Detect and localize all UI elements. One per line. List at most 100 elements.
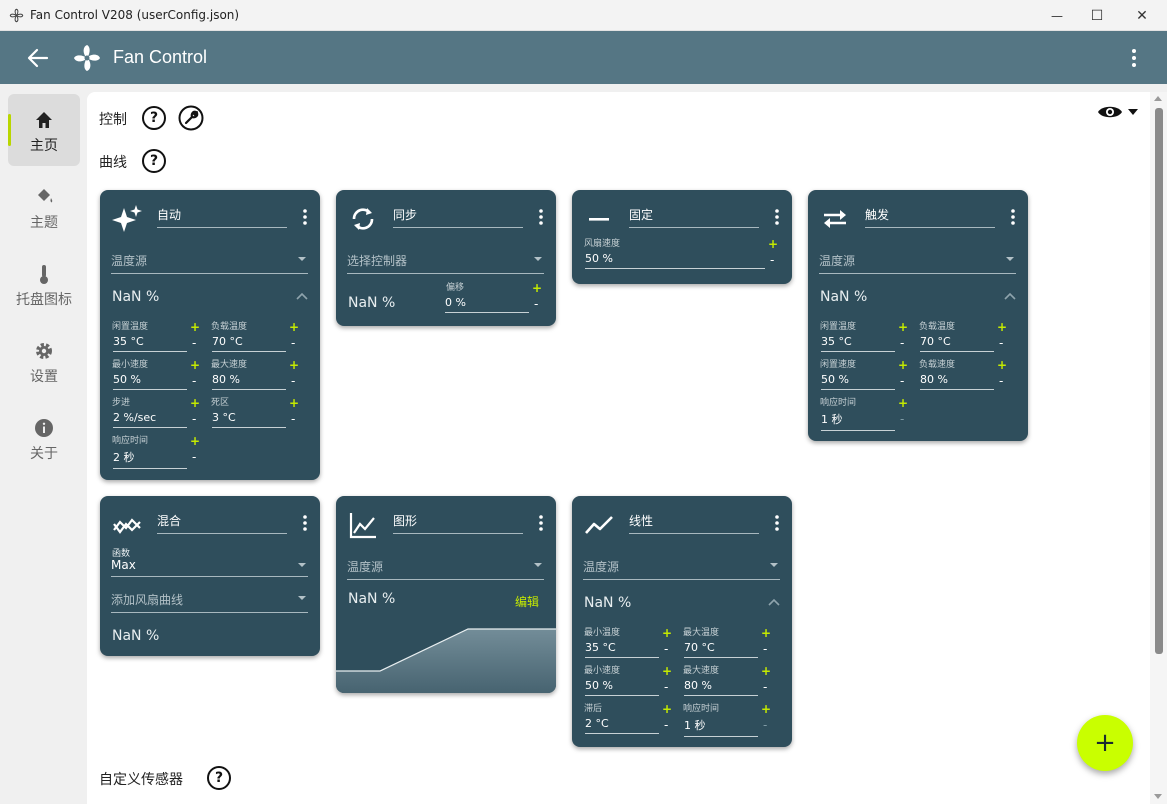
chevron-down-icon[interactable] xyxy=(1128,108,1138,116)
minus-icon[interactable]: - xyxy=(192,336,196,350)
plus-icon[interactable]: + xyxy=(997,358,1007,372)
plus-icon[interactable]: + xyxy=(761,626,771,640)
minus-icon[interactable]: - xyxy=(664,718,668,732)
minus-icon[interactable]: - xyxy=(664,642,668,656)
step-input[interactable]: 2 %/sec xyxy=(113,411,187,428)
load-temp-input[interactable]: 70 °C xyxy=(920,335,994,352)
scrollbar-thumb[interactable] xyxy=(1155,108,1163,654)
plus-icon[interactable]: + xyxy=(761,664,771,678)
card-title[interactable]: 同步 xyxy=(393,206,523,228)
more-vert-icon[interactable] xyxy=(1010,208,1016,226)
more-vert-icon[interactable] xyxy=(774,514,780,532)
plus-icon[interactable]: + xyxy=(662,626,672,640)
minus-icon[interactable]: - xyxy=(763,642,767,656)
nav-item-tray-icon[interactable]: 托盘图标 xyxy=(8,248,80,320)
nav-item-theme[interactable]: 主题 xyxy=(8,171,80,243)
plus-icon[interactable]: + xyxy=(190,434,200,448)
more-vert-icon[interactable] xyxy=(538,514,544,532)
fan-speed-input[interactable]: 50 % xyxy=(585,252,765,269)
nav-item-home[interactable]: 主页 xyxy=(8,94,80,166)
plus-icon[interactable]: + xyxy=(190,320,200,334)
minus-icon[interactable]: - xyxy=(900,374,904,388)
scroll-up-icon[interactable] xyxy=(1154,96,1162,101)
eye-icon[interactable] xyxy=(1097,102,1123,122)
card-title[interactable]: 触发 xyxy=(865,206,995,228)
graph-preview[interactable] xyxy=(336,621,556,693)
plus-icon[interactable]: + xyxy=(898,358,908,372)
maximize-button[interactable]: ☐ xyxy=(1074,0,1120,31)
card-title[interactable]: 自动 xyxy=(157,206,287,228)
plus-icon[interactable]: + xyxy=(662,702,672,716)
add-fan-curve-select[interactable]: 添加风扇曲线 xyxy=(111,591,308,613)
add-fab-button[interactable]: + xyxy=(1077,715,1133,771)
more-vert-icon[interactable] xyxy=(302,514,308,532)
more-vert-icon[interactable] xyxy=(538,208,544,226)
temperature-source-select[interactable]: 温度源 xyxy=(347,558,544,580)
card-title[interactable]: 线性 xyxy=(629,512,759,534)
minus-icon[interactable]: - xyxy=(999,336,1003,350)
nav-item-settings[interactable]: 设置 xyxy=(8,325,80,397)
controls-help-icon[interactable]: ? xyxy=(142,106,166,130)
plus-icon[interactable]: + xyxy=(898,320,908,334)
min-speed-input[interactable]: 50 % xyxy=(585,679,659,696)
wrench-icon[interactable] xyxy=(178,105,204,131)
chevron-up-icon[interactable] xyxy=(768,598,780,606)
back-arrow-icon[interactable] xyxy=(24,45,52,71)
min-speed-input[interactable]: 50 % xyxy=(113,373,187,390)
minus-icon[interactable]: - xyxy=(999,374,1003,388)
more-vert-icon[interactable] xyxy=(774,208,780,226)
idle-speed-input[interactable]: 50 % xyxy=(821,373,895,390)
minus-icon[interactable]: - xyxy=(291,412,295,426)
minus-icon[interactable]: - xyxy=(192,412,196,426)
load-temp-input[interactable]: 70 °C xyxy=(212,335,286,352)
plus-icon[interactable]: + xyxy=(289,320,299,334)
card-title[interactable]: 图形 xyxy=(393,512,523,534)
chevron-up-icon[interactable] xyxy=(296,292,308,300)
more-vert-icon[interactable] xyxy=(302,208,308,226)
nav-item-about[interactable]: 关于 xyxy=(8,402,80,474)
chevron-up-icon[interactable] xyxy=(1004,292,1016,300)
offset-input[interactable]: 0 % xyxy=(445,296,529,313)
plus-icon[interactable]: + xyxy=(289,396,299,410)
plus-icon[interactable]: + xyxy=(190,358,200,372)
minus-icon[interactable]: - xyxy=(291,336,295,350)
minus-icon[interactable]: - xyxy=(900,412,904,426)
vertical-scrollbar[interactable] xyxy=(1150,92,1167,804)
idle-temp-input[interactable]: 35 °C xyxy=(113,335,187,352)
plus-icon[interactable]: + xyxy=(761,702,771,716)
minus-icon[interactable]: - xyxy=(763,680,767,694)
plus-icon[interactable]: + xyxy=(662,664,672,678)
minus-icon[interactable]: - xyxy=(763,718,767,732)
curves-help-icon[interactable]: ? xyxy=(142,149,166,173)
card-title[interactable]: 混合 xyxy=(157,512,287,534)
plus-icon[interactable]: + xyxy=(190,396,200,410)
idle-temp-input[interactable]: 35 °C xyxy=(821,335,895,352)
response-time-input[interactable]: 1 秒 xyxy=(821,411,895,431)
edit-graph-link[interactable]: 编辑 xyxy=(515,593,539,610)
custom-sensors-help-icon[interactable]: ? xyxy=(207,766,231,790)
minus-icon[interactable]: - xyxy=(900,336,904,350)
plus-icon[interactable]: + xyxy=(289,358,299,372)
minus-icon[interactable]: - xyxy=(664,680,668,694)
max-speed-input[interactable]: 80 % xyxy=(684,679,758,696)
hysteresis-input[interactable]: 2 °C xyxy=(585,717,659,734)
controller-select[interactable]: 选择控制器 xyxy=(347,252,544,274)
plus-icon[interactable]: + xyxy=(898,396,908,410)
scroll-down-icon[interactable] xyxy=(1154,794,1162,799)
minus-icon[interactable]: - xyxy=(192,374,196,388)
max-speed-input[interactable]: 80 % xyxy=(212,373,286,390)
min-temp-input[interactable]: 35 °C xyxy=(585,641,659,658)
temperature-source-select[interactable]: 温度源 xyxy=(819,252,1016,274)
load-speed-input[interactable]: 80 % xyxy=(920,373,994,390)
minus-icon[interactable]: - xyxy=(192,450,196,464)
more-vert-icon[interactable] xyxy=(1122,45,1146,71)
max-temp-input[interactable]: 70 °C xyxy=(684,641,758,658)
minus-icon[interactable]: - xyxy=(770,253,774,267)
minus-icon[interactable]: - xyxy=(534,297,538,311)
plus-icon[interactable]: + xyxy=(532,281,542,295)
response-time-input[interactable]: 2 秒 xyxy=(113,449,187,469)
response-time-input[interactable]: 1 秒 xyxy=(684,717,758,737)
close-button[interactable]: ✕ xyxy=(1119,0,1165,31)
temperature-source-select[interactable]: 温度源 xyxy=(583,558,780,580)
plus-icon[interactable]: + xyxy=(997,320,1007,334)
